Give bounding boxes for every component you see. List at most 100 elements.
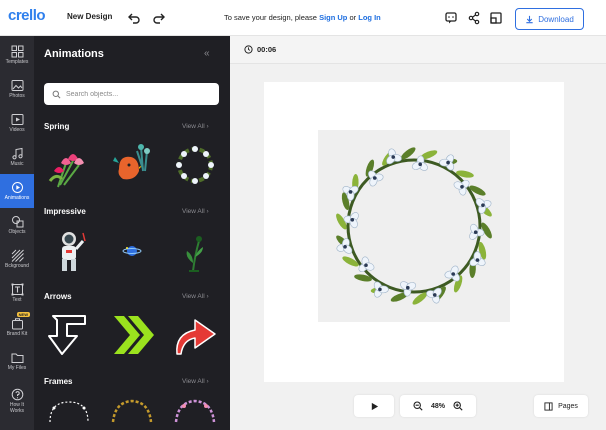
rail-item-videos[interactable]: Videos bbox=[0, 106, 34, 140]
brand-kit-icon bbox=[11, 318, 23, 330]
rail-item-my-files[interactable]: My Files bbox=[0, 344, 34, 378]
download-button[interactable]: Download bbox=[515, 8, 584, 30]
animation-thumb-curved-arrow[interactable] bbox=[170, 310, 220, 360]
share-icon[interactable] bbox=[467, 11, 481, 25]
view-all-impressive[interactable]: View All › bbox=[182, 208, 209, 215]
music-icon bbox=[11, 147, 23, 160]
double-chevron-icon bbox=[114, 316, 154, 354]
timer-value: 00:06 bbox=[257, 45, 277, 54]
rail-item-text[interactable]: Text bbox=[0, 276, 34, 310]
resize-icon[interactable] bbox=[489, 11, 503, 25]
view-all-label: View All bbox=[182, 378, 205, 385]
bird-illustration bbox=[113, 144, 150, 180]
view-all-label: View All bbox=[182, 208, 205, 215]
objects-icon bbox=[11, 215, 23, 228]
search-icon bbox=[52, 90, 61, 98]
zoom-in-icon[interactable] bbox=[453, 401, 463, 411]
animation-thumb-chevrons[interactable] bbox=[107, 310, 157, 360]
save-message: To save your design, please Sign Up or L… bbox=[224, 13, 381, 22]
search-box[interactable] bbox=[44, 83, 219, 105]
background-icon bbox=[11, 249, 24, 262]
rail-label-photos: Photos bbox=[9, 92, 25, 99]
log-in-link[interactable]: Log In bbox=[358, 13, 381, 22]
view-all-frames[interactable]: View All › bbox=[182, 378, 209, 385]
rail-item-objects[interactable]: Objects bbox=[0, 208, 34, 242]
animation-thumb-plant[interactable] bbox=[170, 226, 220, 276]
videos-icon bbox=[11, 113, 23, 125]
crello-editor: crello New Design To save your design, p… bbox=[0, 0, 606, 430]
crello-logo[interactable]: crello bbox=[8, 7, 46, 24]
rail-item-photos[interactable]: Photos bbox=[0, 72, 34, 106]
rail-item-animations[interactable]: Animations bbox=[0, 174, 34, 208]
rail-label-objects: Objects bbox=[8, 228, 26, 235]
canvas-workspace: 00:06 48% Pages bbox=[230, 36, 606, 430]
animation-timer[interactable]: 00:06 bbox=[244, 45, 276, 54]
rail-label-animations: Animations bbox=[4, 194, 30, 201]
view-all-spring[interactable]: View All › bbox=[182, 123, 209, 130]
rail-item-music[interactable]: Music bbox=[0, 140, 34, 174]
view-all-label: View All bbox=[182, 123, 205, 130]
undo-icon[interactable] bbox=[127, 11, 141, 25]
wreath-image[interactable] bbox=[318, 130, 510, 322]
animation-thumb-frame-2[interactable] bbox=[107, 394, 157, 430]
animation-thumb-arrow-down[interactable] bbox=[44, 310, 94, 360]
animation-thumb-planet[interactable] bbox=[107, 226, 157, 276]
arrow-down-outline-icon bbox=[48, 315, 86, 355]
clock-icon bbox=[244, 45, 253, 54]
sign-up-link[interactable]: Sign Up bbox=[319, 13, 347, 22]
view-all-label: View All bbox=[182, 293, 205, 300]
rail-label-background: Bckground bbox=[5, 262, 29, 269]
animations-panel: Animations « Spring View All › bbox=[34, 36, 230, 430]
rail-label-videos: Videos bbox=[9, 126, 25, 133]
section-title-spring: Spring bbox=[44, 122, 70, 131]
pages-label: Pages bbox=[558, 402, 578, 410]
section-title-arrows: Arrows bbox=[44, 292, 72, 301]
planet-illustration bbox=[122, 246, 142, 256]
save-message-or: or bbox=[347, 13, 359, 22]
rail-label-brand-kit: Brand Kit bbox=[6, 330, 28, 337]
comment-icon[interactable] bbox=[444, 11, 458, 25]
redo-icon[interactable] bbox=[152, 11, 166, 25]
animation-thumb-wreath[interactable] bbox=[170, 140, 220, 190]
rail-label-templates: Templates bbox=[5, 58, 29, 65]
section-title-impressive: Impressive bbox=[44, 207, 86, 216]
zoom-out-icon[interactable] bbox=[413, 401, 423, 411]
wreath-small-illustration bbox=[176, 146, 214, 184]
play-icon bbox=[371, 402, 378, 410]
pages-icon bbox=[544, 401, 553, 411]
tulips-illustration bbox=[48, 154, 84, 188]
rail-item-how-it-works[interactable]: How It Works bbox=[0, 381, 34, 421]
frame-leaves-illustration bbox=[111, 399, 153, 423]
templates-icon bbox=[11, 45, 23, 58]
play-button[interactable] bbox=[354, 395, 394, 417]
pages-button[interactable]: Pages bbox=[534, 395, 588, 417]
plant-illustration bbox=[186, 236, 203, 272]
search-input[interactable] bbox=[66, 90, 206, 98]
section-title-frames: Frames bbox=[44, 377, 73, 386]
zoom-level: 48% bbox=[430, 402, 445, 410]
rail-label-text: Text bbox=[12, 296, 22, 303]
photos-icon bbox=[11, 79, 23, 91]
new-badge: NEW bbox=[16, 312, 30, 317]
canvas-toolbar bbox=[230, 36, 606, 64]
astronaut-illustration bbox=[62, 232, 86, 271]
rail-item-templates[interactable]: Templates bbox=[0, 38, 34, 72]
animation-thumb-tulips[interactable] bbox=[44, 140, 94, 190]
download-label: Download bbox=[538, 14, 574, 24]
my-files-icon bbox=[11, 353, 23, 363]
design-name[interactable]: New Design bbox=[67, 12, 112, 21]
animation-thumb-bird[interactable] bbox=[107, 140, 157, 190]
curved-arrow-icon bbox=[176, 319, 216, 355]
left-rail: Templates Photos Videos Music Animations… bbox=[0, 36, 34, 430]
flower-wreath-illustration bbox=[336, 147, 492, 305]
save-message-text: To save your design, please bbox=[224, 13, 320, 22]
rail-item-background[interactable]: Bckground bbox=[0, 242, 34, 276]
frame-flowers-illustration bbox=[174, 399, 216, 423]
animation-thumb-astronaut[interactable] bbox=[44, 226, 94, 276]
design-page[interactable] bbox=[264, 82, 564, 382]
collapse-panel-icon[interactable]: « bbox=[204, 48, 210, 59]
rail-item-brand-kit[interactable]: NEW Brand Kit bbox=[0, 310, 34, 344]
view-all-arrows[interactable]: View All › bbox=[182, 293, 209, 300]
animation-thumb-frame-3[interactable] bbox=[170, 394, 220, 430]
animation-thumb-frame-1[interactable] bbox=[44, 394, 94, 430]
